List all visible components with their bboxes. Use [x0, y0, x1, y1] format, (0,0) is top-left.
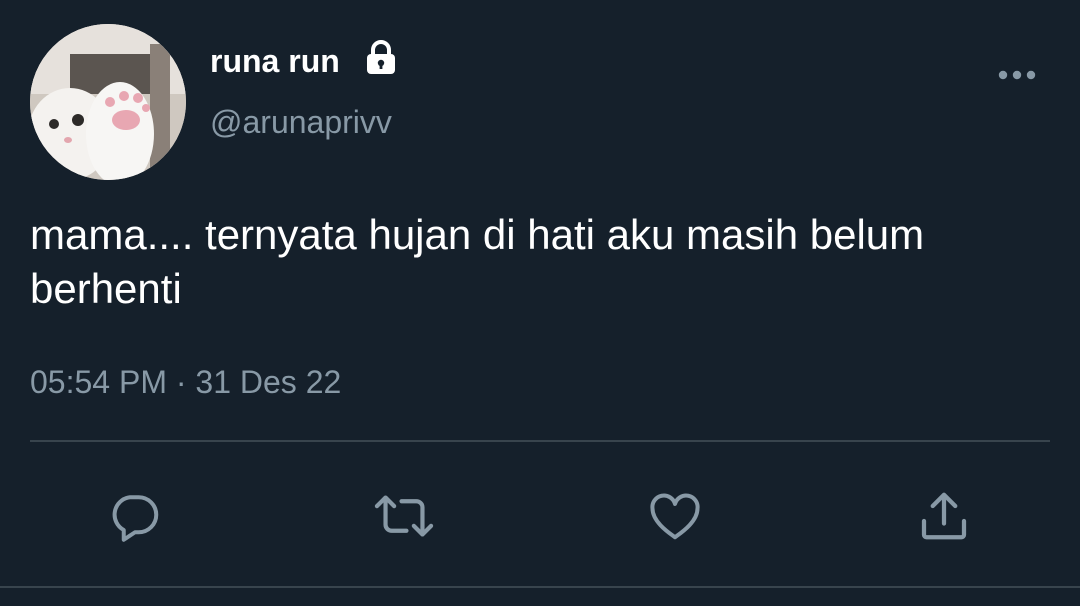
more-horizontal-icon	[998, 70, 1036, 80]
retweet-icon	[374, 495, 434, 537]
bottom-divider	[0, 586, 1080, 588]
share-button[interactable]	[912, 484, 976, 548]
tweet-text: mama.... ternyata hujan di hati aku masi…	[30, 211, 925, 312]
divider	[30, 440, 1050, 442]
more-options-button[interactable]	[994, 60, 1040, 90]
reply-icon	[112, 495, 159, 542]
tweet-timestamp[interactable]: 05:54 PM · 31 Des 22	[30, 362, 341, 402]
user-handle[interactable]: @arunaprivv	[210, 103, 392, 141]
avatar[interactable]	[30, 24, 186, 180]
like-icon	[650, 493, 700, 540]
reply-button[interactable]	[103, 484, 167, 548]
like-button[interactable]	[643, 484, 707, 548]
retweet-button[interactable]	[372, 484, 436, 548]
share-icon	[921, 492, 967, 540]
lock-icon	[364, 40, 398, 76]
display-name[interactable]: runa run	[210, 42, 340, 80]
